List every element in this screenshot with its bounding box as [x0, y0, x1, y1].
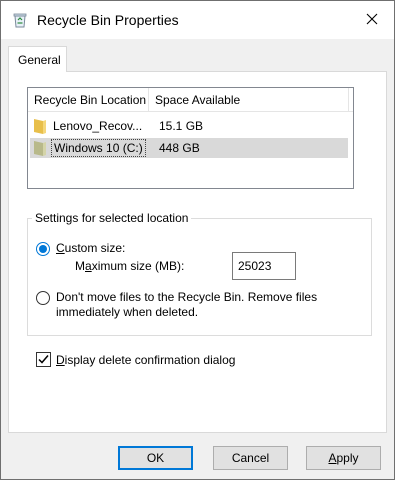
ok-button[interactable]: OK — [118, 446, 193, 470]
location-name: Windows 10 (C:) — [51, 139, 146, 157]
close-icon — [366, 13, 378, 28]
maximum-size-label: Maximum size (MB): — [75, 259, 185, 273]
maximum-size-input[interactable]: 25023 — [232, 252, 296, 280]
folder-icon — [34, 118, 46, 134]
custom-size-radio[interactable] — [36, 242, 50, 256]
list-item-selected[interactable]: Windows 10 (C:) 448 GB — [30, 138, 348, 158]
apply-button[interactable]: Apply — [306, 446, 381, 470]
dont-move-files-radio[interactable] — [36, 291, 50, 305]
recycle-bin-properties-dialog: Recycle Bin Properties General Recycle B… — [0, 0, 395, 480]
location-space: 15.1 GB — [159, 119, 204, 133]
custom-size-label[interactable]: Custom size: — [56, 241, 125, 255]
title-bar[interactable]: Recycle Bin Properties — [1, 1, 394, 39]
drive-folder-icon — [34, 140, 46, 156]
tab-general[interactable]: General — [8, 46, 67, 72]
cancel-button[interactable]: Cancel — [213, 446, 288, 470]
close-button[interactable] — [350, 1, 394, 39]
window-title: Recycle Bin Properties — [37, 12, 179, 28]
list-header: Recycle Bin Location Space Available — [28, 88, 353, 112]
dont-move-files-label[interactable]: Don't move files to the Recycle Bin. Rem… — [56, 290, 317, 320]
recycle-bin-icon — [11, 11, 29, 29]
location-space: 448 GB — [159, 141, 200, 155]
column-header-space[interactable]: Space Available — [149, 88, 349, 112]
general-panel: Recycle Bin Location Space Available Len… — [8, 71, 387, 433]
tab-general-label: General — [18, 53, 61, 67]
recycle-bin-location-list[interactable]: Recycle Bin Location Space Available Len… — [27, 87, 354, 189]
column-header-location[interactable]: Recycle Bin Location — [28, 88, 149, 112]
location-name: Lenovo_Recov... — [53, 119, 143, 133]
list-item[interactable]: Lenovo_Recov... 15.1 GB — [30, 116, 348, 136]
settings-group-label: Settings for selected location — [32, 211, 192, 225]
checkmark-icon — [38, 355, 49, 364]
display-confirmation-label[interactable]: Display delete confirmation dialog — [56, 353, 235, 367]
display-confirmation-checkbox[interactable] — [36, 352, 51, 367]
